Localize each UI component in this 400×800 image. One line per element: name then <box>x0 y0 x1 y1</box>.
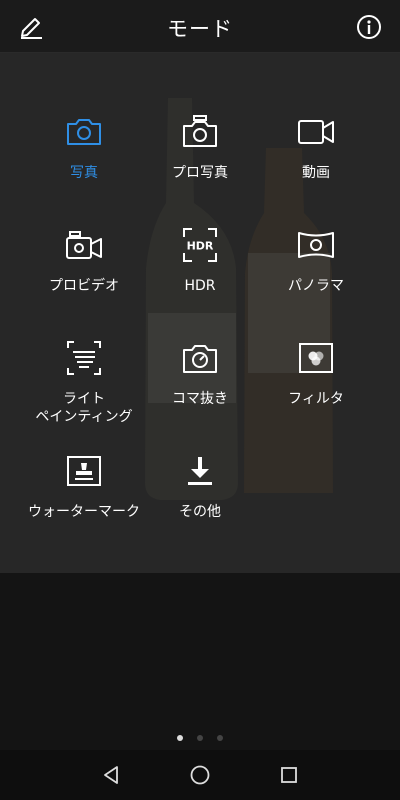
back-icon[interactable] <box>100 764 122 786</box>
mode-label: プロビデオ <box>49 278 119 294</box>
mode-photo[interactable]: 写真 <box>24 112 144 182</box>
mode-panorama[interactable]: パノラマ <box>256 225 376 295</box>
pro-camera-icon <box>183 115 217 147</box>
mode-label: ウォーターマーク <box>28 504 140 520</box>
video-camera-icon <box>298 120 334 144</box>
page-dot <box>197 735 203 741</box>
page-indicator <box>0 726 400 745</box>
mode-time-lapse[interactable]: コマ抜き <box>140 338 260 408</box>
page-dot-active <box>177 735 183 741</box>
mode-label: パノラマ <box>288 278 344 294</box>
mode-label: プロ写真 <box>172 165 228 181</box>
mode-label: その他 <box>179 504 221 520</box>
mode-label: 写真 <box>70 165 98 181</box>
mode-light-painting[interactable]: ライト ペインティング <box>24 338 144 426</box>
download-icon <box>188 457 212 485</box>
watermark-icon <box>67 456 101 486</box>
mode-label: ライト ペインティング <box>35 391 133 425</box>
mode-label: HDR <box>184 278 216 294</box>
mode-label: コマ抜き <box>172 391 228 407</box>
page-title: モード <box>167 17 233 41</box>
light-painting-icon <box>67 341 101 375</box>
hdr-icon-text: HDR <box>187 240 214 253</box>
camera-icon <box>67 119 101 145</box>
navigation-bar <box>0 750 400 800</box>
mode-more[interactable]: その他 <box>140 451 260 521</box>
mode-hdr[interactable]: HDR HDR <box>140 225 260 295</box>
mode-filter[interactable]: フィルタ <box>256 338 376 408</box>
mode-watermark[interactable]: ウォーターマーク <box>24 451 144 521</box>
mode-label: 動画 <box>302 165 330 181</box>
panorama-icon <box>298 232 334 258</box>
recent-apps-icon[interactable] <box>278 764 300 786</box>
time-lapse-icon <box>183 345 217 373</box>
mode-pro-video[interactable]: プロビデオ <box>24 225 144 295</box>
hdr-icon: HDR <box>183 228 217 262</box>
mode-video[interactable]: 動画 <box>256 112 376 182</box>
pro-video-icon <box>66 231 102 259</box>
page-dot <box>217 735 223 741</box>
filter-icon <box>299 343 333 373</box>
home-icon[interactable] <box>189 764 211 786</box>
top-bar: モード <box>0 0 400 53</box>
mode-pro-photo[interactable]: プロ写真 <box>140 112 260 182</box>
mode-label: フィルタ <box>288 391 344 407</box>
info-icon[interactable] <box>356 14 382 40</box>
